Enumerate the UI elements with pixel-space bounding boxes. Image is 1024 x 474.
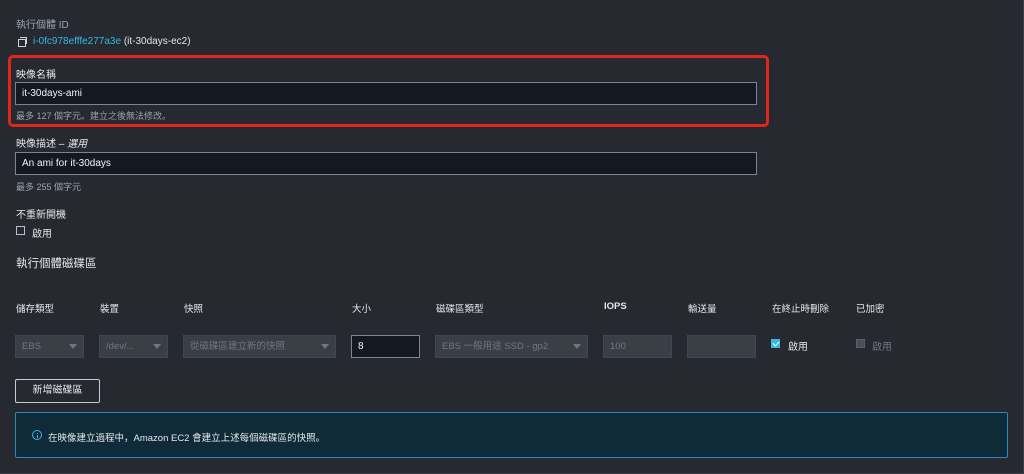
image-name-hint: 最多 127 個字元。建立之後無法修改。: [16, 111, 172, 121]
storage-type-select: EBS: [15, 335, 84, 358]
delete-on-termination-checkbox[interactable]: [771, 339, 780, 348]
instance-id-row: i-0fc978efffe277a3e (it-30days-ec2): [33, 36, 191, 47]
info-icon: [32, 430, 42, 440]
delete-on-termination-label: 啟用: [788, 342, 808, 353]
device-select: /dev/...: [99, 335, 168, 358]
size-input[interactable]: 8: [351, 335, 420, 358]
col-storage-type: 儲存類型: [16, 304, 55, 315]
col-encrypted: 已加密: [856, 304, 885, 315]
encrypted-label: 啟用: [872, 342, 892, 353]
copy-icon[interactable]: [18, 37, 27, 47]
add-volume-button[interactable]: 新增磁碟區: [15, 379, 100, 403]
storage-type-value: EBS: [22, 341, 42, 352]
volume-type-select: EBS 一般用途 SSD - gp2: [435, 335, 588, 358]
image-description-label: 映像描述 – 選用: [16, 135, 87, 150]
encrypted-checkbox: [856, 339, 865, 348]
instance-id-label: 執行個體 ID: [16, 20, 69, 31]
image-name-label: 映像名稱: [16, 70, 56, 81]
no-reboot-checkbox-label: 啟用: [32, 229, 52, 240]
info-banner-text: 在映像建立過程中，Amazon EC2 會建立上述每個磁碟區的快照。: [48, 433, 326, 444]
image-description-input[interactable]: An ami for it-30days: [15, 152, 757, 175]
volume-type-value: EBS 一般用途 SSD - gp2: [442, 341, 549, 352]
no-reboot-checkbox[interactable]: [16, 226, 25, 235]
iops-input: 100: [603, 335, 672, 358]
col-delete-on-termination: 在終止時刪除: [772, 304, 830, 315]
chevron-down-icon: [153, 344, 161, 349]
image-description-hint: 最多 255 個字元: [16, 182, 82, 192]
info-banner: 在映像建立過程中，Amazon EC2 會建立上述每個磁碟區的快照。: [15, 412, 1008, 458]
col-throughput: 輸送量: [688, 304, 717, 315]
device-value: /dev/...: [106, 341, 135, 352]
instance-id-link[interactable]: i-0fc978efffe277a3e: [33, 36, 121, 47]
volumes-section-title: 執行個體磁碟區: [16, 258, 97, 270]
col-snapshot: 快照: [184, 304, 204, 315]
col-volume-type: 磁碟區類型: [436, 304, 484, 315]
snapshot-value: 從磁碟區建立新的快照: [190, 341, 286, 352]
col-size: 大小: [352, 304, 372, 315]
col-iops: IOPS: [604, 301, 627, 312]
no-reboot-label: 不重新開機: [16, 210, 66, 221]
snapshot-select: 從磁碟區建立新的快照: [183, 335, 336, 358]
throughput-input: [687, 335, 756, 358]
col-device: 裝置: [100, 304, 120, 315]
chevron-down-icon: [69, 344, 77, 349]
image-name-input[interactable]: it-30days-ami: [15, 82, 757, 105]
chevron-down-icon: [573, 344, 581, 349]
image-description-label-text: 映像描述 –: [16, 139, 68, 150]
instance-name: (it-30days-ec2): [123, 36, 191, 47]
optional-tag: 選用: [67, 139, 88, 150]
chevron-down-icon: [321, 344, 329, 349]
